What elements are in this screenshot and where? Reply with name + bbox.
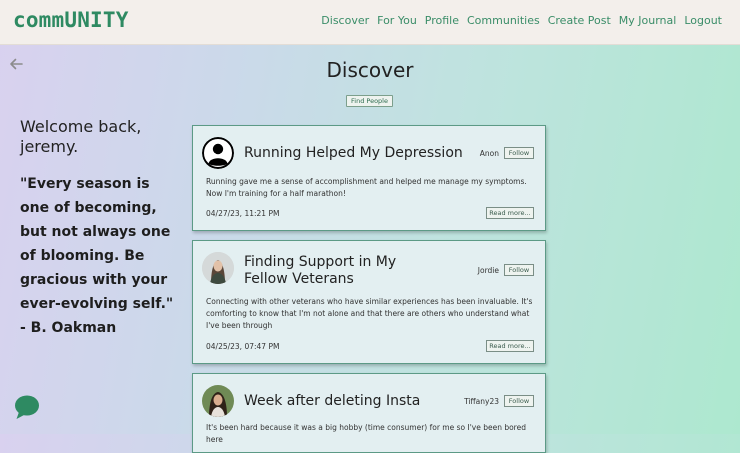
follow-button[interactable]: Follow bbox=[504, 264, 534, 276]
post-card[interactable]: Finding Support in My Fellow Veterans Jo… bbox=[192, 240, 546, 364]
read-more-button[interactable]: Read more... bbox=[486, 340, 534, 352]
nav-links: Discover For You Profile Communities Cre… bbox=[321, 14, 722, 27]
avatar[interactable] bbox=[202, 137, 234, 169]
post-date: 04/25/23, 07:47 PM bbox=[206, 342, 280, 351]
post-author[interactable]: Anon bbox=[480, 149, 499, 158]
chat-bubble-icon[interactable] bbox=[14, 394, 40, 420]
nav-discover[interactable]: Discover bbox=[321, 14, 369, 27]
post-author[interactable]: Tiffany23 bbox=[464, 397, 499, 406]
avatar[interactable] bbox=[202, 385, 234, 417]
inspirational-quote: "Every season is one of becoming, but no… bbox=[20, 176, 174, 336]
post-date: 04/27/23, 11:21 PM bbox=[206, 209, 280, 218]
nav-communities[interactable]: Communities bbox=[467, 14, 540, 27]
user-silhouette-icon bbox=[202, 137, 234, 169]
brand-logo[interactable]: commUNITY bbox=[13, 8, 129, 32]
post-author[interactable]: Jordie bbox=[478, 266, 499, 275]
nav-create-post[interactable]: Create Post bbox=[548, 14, 611, 27]
post-title[interactable]: Finding Support in My Fellow Veterans bbox=[244, 254, 444, 288]
read-more-button[interactable]: Read more... bbox=[486, 207, 534, 219]
nav-logout[interactable]: Logout bbox=[684, 14, 722, 27]
nav-for-you[interactable]: For You bbox=[377, 14, 417, 27]
post-card[interactable]: Week after deleting Insta Tiffany23 Foll… bbox=[192, 373, 546, 453]
follow-button[interactable]: Follow bbox=[504, 395, 534, 407]
user-photo-icon bbox=[202, 252, 234, 284]
post-excerpt: It's been hard because it was a big hobb… bbox=[206, 423, 526, 444]
post-excerpt: Connecting with other veterans who have … bbox=[206, 297, 533, 330]
top-navbar: commUNITY Discover For You Profile Commu… bbox=[0, 0, 740, 45]
follow-button[interactable]: Follow bbox=[504, 147, 534, 159]
post-title[interactable]: Running Helped My Depression bbox=[244, 145, 474, 162]
post-excerpt: Running gave me a sense of accomplishmen… bbox=[206, 177, 527, 198]
user-photo-icon bbox=[202, 385, 234, 417]
page-title: Discover bbox=[326, 58, 414, 82]
nav-profile[interactable]: Profile bbox=[425, 14, 459, 27]
post-title[interactable]: Week after deleting Insta bbox=[244, 393, 444, 410]
post-card[interactable]: Running Helped My Depression Anon Follow… bbox=[192, 125, 546, 231]
welcome-message: Welcome back, jeremy. bbox=[20, 117, 142, 156]
find-people-button[interactable]: Find People bbox=[346, 95, 393, 107]
nav-my-journal[interactable]: My Journal bbox=[619, 14, 677, 27]
avatar[interactable] bbox=[202, 252, 234, 284]
